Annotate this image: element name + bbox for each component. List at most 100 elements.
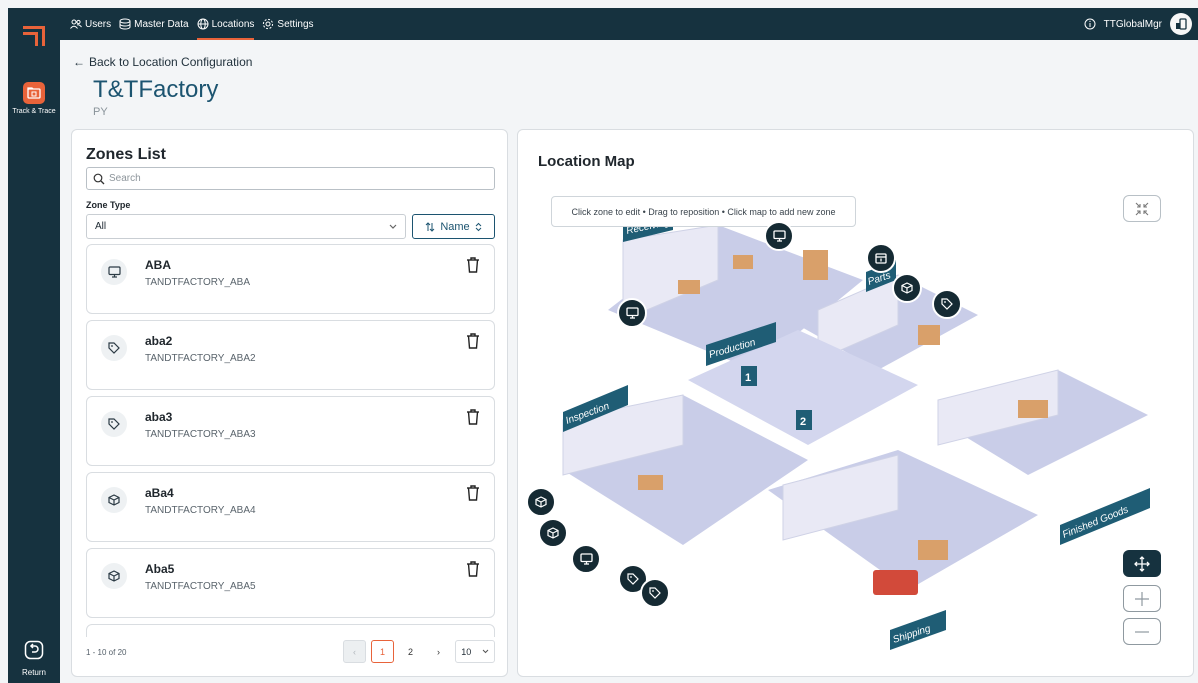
folder-icon [23,82,45,104]
app-logo-icon[interactable] [19,20,49,50]
rail-item-track-trace[interactable]: Track & Trace [10,82,58,126]
truck [873,570,918,595]
pagination-controls: ‹ 1 2 › 10 [343,640,495,663]
zone-code: TANDTFACTORY_ABA3 [145,429,256,440]
box-icon [901,282,913,294]
page-title: T&TFactory [93,76,219,103]
crate [638,475,663,490]
minus-icon [1135,630,1149,633]
page-subtitle: PY [93,106,108,118]
search-input[interactable]: Search [86,167,495,190]
map-marker-monitor[interactable] [571,544,601,574]
sort-toggle-icon [475,222,482,231]
next-page-button[interactable]: › [427,640,450,663]
tag-icon [101,411,127,437]
plus-icon [1135,591,1149,606]
map-marker-monitor[interactable] [617,298,647,328]
pagination-range: 1 - 10 of 20 [86,647,127,657]
compress-icon [1135,202,1149,215]
trash-icon[interactable] [466,257,480,273]
zoom-out-button[interactable] [1123,618,1161,645]
crate [733,255,753,269]
map-hint: Click zone to edit • Drag to reposition … [551,196,856,227]
zone-card[interactable]: Aba5 TANDTFACTORY_ABA5 [86,548,495,618]
info-icon[interactable] [1084,18,1096,30]
crate [678,280,700,294]
monitor-icon [579,553,593,565]
pan-mode-button[interactable] [1123,550,1161,577]
sort-button[interactable]: Name [412,214,495,239]
top-nav: Users Master Data Locations Settings [70,8,314,40]
nav-settings[interactable]: Settings [262,8,314,40]
back-link[interactable]: ← Back to Location Configuration [73,55,252,69]
zone-name: aba2 [145,334,173,348]
nav-locations[interactable]: Locations [196,8,254,40]
map-marker-box[interactable] [526,487,556,517]
box-icon [101,563,127,589]
zone-card[interactable]: aba3 TANDTFACTORY_ABA3 [86,396,495,466]
user-area: TTGlobalMgr [1084,8,1192,40]
user-device-icon [1176,18,1187,30]
zone-card[interactable]: ABA TANDTFACTORY_ABA [86,244,495,314]
zone-card-partial[interactable] [86,624,495,637]
tag-icon [649,587,661,599]
map-marker-box[interactable] [538,518,568,548]
zone-type-label: Zone Type [86,200,131,210]
zone-name: aBa4 [145,486,174,500]
zones-panel: Zones List Search Zone Type All Name ABA… [71,129,508,677]
page-button-2[interactable]: 2 [399,640,422,663]
zone-list: ABA TANDTFACTORY_ABA aba2 TANDTFACTORY_A… [86,244,495,637]
chevron-left-icon: ‹ [353,646,356,657]
tag-icon [627,573,639,585]
map-marker-monitor[interactable] [764,221,794,251]
nav-users[interactable]: Users [70,8,111,40]
nav-master-data[interactable]: Master Data [119,8,189,40]
trash-icon[interactable] [466,333,480,349]
zone-card[interactable]: aba2 TANDTFACTORY_ABA2 [86,320,495,390]
back-link-label: Back to Location Configuration [89,55,253,69]
zone-type-value: All [95,221,107,232]
crate [918,325,940,345]
crate [803,250,828,280]
page-size-value: 10 [461,646,472,657]
nav-settings-label: Settings [277,18,314,30]
box-icon [101,487,127,513]
username: TTGlobalMgr [1103,18,1162,30]
banner-finished-goods: Finished Goods [1060,488,1150,545]
map-marker-tag[interactable] [640,578,670,608]
zone-code: TANDTFACTORY_ABA [145,277,251,288]
trash-icon[interactable] [466,485,480,501]
monitor-icon [625,307,639,319]
return-label: Return [21,668,46,677]
collapse-view-button[interactable] [1123,195,1161,222]
search-icon [93,173,105,184]
avatar[interactable] [1170,13,1192,35]
map-marker-box[interactable] [892,273,922,303]
map-panel: Receiving Parts Production Inspection Fi… [517,129,1194,677]
label-line-1: 1 [745,372,751,384]
line-marker-2: 2 [796,410,812,430]
chevron-down-icon [482,649,489,654]
prev-page-button[interactable]: ‹ [343,640,366,663]
pagination: 1 - 10 of 20 ‹ 1 2 › 10 [86,640,495,664]
crate [1018,400,1048,418]
map-marker-package[interactable] [866,243,896,273]
zones-title: Zones List [86,146,167,163]
map-title: Location Map [538,153,635,170]
trash-icon[interactable] [466,409,480,425]
zoom-in-button[interactable] [1123,585,1161,612]
map-marker-tag[interactable] [932,289,962,319]
monitor-icon [772,230,786,242]
zone-type-select[interactable]: All [86,214,406,239]
page-size-select[interactable]: 10 [455,640,495,663]
zone-card[interactable]: aBa4 TANDTFACTORY_ABA4 [86,472,495,542]
line-marker-1: 1 [741,366,757,386]
nav-users-label: Users [85,18,112,30]
return-button[interactable]: Return [10,640,58,677]
page-button-1[interactable]: 1 [371,640,394,663]
chevron-right-icon: › [437,646,440,657]
top-bar: Users Master Data Locations Settings TTG… [60,8,1198,40]
chevron-down-icon [389,224,397,229]
sort-arrows-icon [425,221,435,232]
trash-icon[interactable] [466,561,480,577]
